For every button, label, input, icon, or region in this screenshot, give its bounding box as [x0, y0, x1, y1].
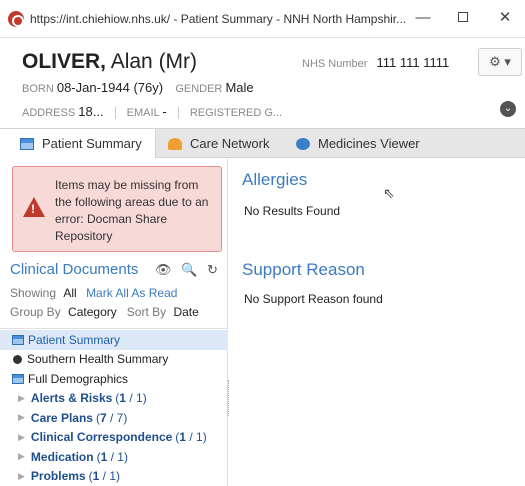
support-reason-text: No Support Reason found: [244, 292, 383, 306]
document-group-care-plans[interactable]: ▶ Care Plans (7 / 7): [0, 408, 228, 428]
tab-label: Patient Summary: [42, 136, 142, 151]
eye-icon[interactable]: 👁: [155, 262, 172, 277]
patient-given-name: Alan (Mr): [110, 50, 198, 73]
group-count: (1 / 1): [88, 469, 120, 484]
group-by-value[interactable]: Category: [68, 305, 117, 319]
email-value: -: [162, 104, 167, 119]
page-icon: [12, 373, 24, 384]
document-item-patient-summary[interactable]: Patient Summary: [0, 330, 228, 350]
group-name: Alerts & Risks: [30, 391, 113, 406]
demographics-row: BORN 08-Jan-1944 (76y) GENDER Male: [22, 80, 254, 95]
document-group-problems[interactable]: ▶ Problems (1 / 1): [0, 467, 228, 486]
document-group-alerts-risks[interactable]: ▶ Alerts & Risks (1 / 1): [0, 389, 228, 409]
expand-banner-button[interactable]: ⌄: [500, 101, 516, 117]
patient-name: OLIVER, Alan (Mr): [22, 50, 197, 74]
group-count: (1 / 1): [115, 391, 147, 406]
close-button[interactable]: ✕: [494, 8, 516, 28]
maximize-button[interactable]: [452, 8, 474, 28]
document-label: Full Demographics: [28, 371, 129, 386]
clinical-documents-tools: 👁 🔍 ↻: [155, 262, 224, 278]
clinical-documents-title: Clinical Documents: [10, 261, 139, 278]
showing-filter: Showing All Mark All As Read: [10, 286, 177, 300]
document-item-southern-health-summary[interactable]: Southern Health Summary: [0, 350, 228, 370]
expand-arrow-icon: ▶: [18, 412, 25, 423]
allergies-heading: Allergies: [242, 170, 308, 189]
expand-arrow-icon: ▶: [18, 392, 25, 403]
group-count: (1 / 1): [175, 430, 207, 445]
expand-arrow-icon: ▶: [18, 470, 25, 481]
clinical-documents-panel: ! Items may be missing from the followin…: [0, 158, 228, 486]
document-label: Southern Health Summary: [27, 352, 169, 367]
nhs-number-label: NHS Number: [302, 58, 368, 70]
address-value[interactable]: 18...: [78, 104, 103, 119]
nhs-number-value: 111 111 1111: [376, 55, 450, 70]
group-count: (7 / 7): [95, 410, 128, 425]
gender-value: Male: [225, 80, 254, 95]
document-group-clinical-correspondence[interactable]: ▶ Clinical Correspondence (1 / 1): [0, 428, 228, 448]
page-icon: [12, 334, 24, 345]
tab-care-network[interactable]: Care Network: [156, 129, 282, 158]
showing-value[interactable]: All: [63, 286, 76, 300]
document-label: Patient Summary: [28, 332, 121, 347]
sort-by-label: Sort By: [126, 305, 167, 319]
document-tree: Patient Summary Southern Health Summary …: [0, 330, 228, 486]
maximize-icon: [458, 12, 468, 22]
search-icon[interactable]: 🔍: [181, 262, 197, 277]
group-name: Care Plans: [30, 410, 93, 425]
contact-row: ADDRESS 18... EMAIL - REGISTERED G...: [22, 104, 282, 120]
support-reason-heading: Support Reason: [242, 260, 365, 279]
showing-label: Showing: [10, 286, 57, 300]
email-label: EMAIL: [126, 107, 160, 119]
group-name: Medication: [30, 449, 94, 464]
gender-label: GENDER: [175, 83, 223, 95]
tab-medicines-viewer[interactable]: Medicines Viewer: [282, 129, 432, 158]
summary-content: Allergies No Results Found Support Reaso…: [230, 158, 525, 486]
minimize-button[interactable]: —: [412, 8, 434, 28]
group-count: (1 / 1): [96, 449, 128, 464]
window-title: https://int.chiehiow.nhs.uk/ - Patient S…: [30, 11, 407, 26]
registered-gp-label[interactable]: REGISTERED G...: [190, 107, 282, 119]
warning-icon: !: [23, 197, 45, 217]
sort-by-value[interactable]: Date: [173, 305, 198, 319]
allergies-text: No Results Found: [244, 204, 341, 218]
pill-icon: [296, 137, 310, 150]
settings-dropdown-button[interactable]: ⚙ ▾: [478, 48, 522, 76]
born-label: BORN: [22, 83, 54, 95]
group-name: Clinical Correspondence: [30, 430, 173, 445]
app-logo-icon: [8, 10, 24, 27]
window-titlebar: https://int.chiehiow.nhs.uk/ - Patient S…: [0, 0, 525, 38]
group-sort-filter: Group By Category Sort By Date: [10, 305, 199, 319]
patient-surname: OLIVER,: [22, 50, 107, 73]
tab-bar: Patient Summary Care Network Medicines V…: [0, 128, 525, 158]
tab-patient-summary[interactable]: Patient Summary: [0, 129, 156, 158]
refresh-icon[interactable]: ↻: [207, 262, 218, 277]
born-value: 08-Jan-1944 (76y): [56, 80, 164, 95]
expand-arrow-icon: ▶: [18, 431, 25, 442]
document-item-full-demographics[interactable]: Full Demographics: [0, 369, 228, 389]
expand-arrow-icon: ▶: [18, 451, 25, 462]
divider: [177, 107, 179, 120]
mark-all-read-link[interactable]: Mark All As Read: [86, 286, 177, 300]
divider: [114, 107, 116, 120]
error-alert: ! Items may be missing from the followin…: [12, 166, 222, 252]
dot-icon: [13, 354, 22, 364]
patient-banner: OLIVER, Alan (Mr) NHS Number 111 111 111…: [0, 38, 525, 128]
nhs-number: NHS Number 111 111 1111: [302, 55, 449, 70]
document-group-medication[interactable]: ▶ Medication (1 / 1): [0, 447, 228, 467]
people-icon: [168, 137, 182, 150]
group-by-label: Group By: [10, 305, 61, 319]
tab-label: Medicines Viewer: [318, 136, 420, 151]
error-message: Items may be missing from the following …: [55, 178, 209, 243]
tab-label: Care Network: [190, 136, 270, 151]
address-label: ADDRESS: [22, 107, 76, 119]
group-name: Problems: [30, 469, 86, 484]
divider: [0, 328, 228, 329]
summary-icon: [20, 137, 34, 150]
mouse-cursor-icon: ⇖: [383, 185, 395, 201]
